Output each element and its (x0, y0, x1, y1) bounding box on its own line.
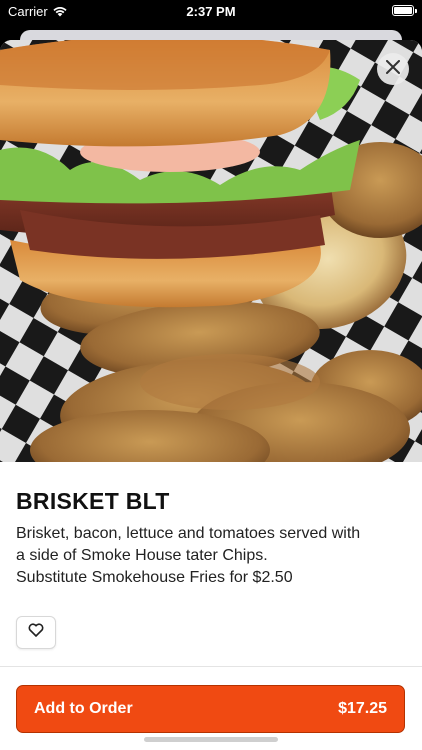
description-line: Substitute Smokehouse Fries for $2.50 (16, 569, 293, 586)
favorite-button[interactable] (16, 616, 56, 649)
close-button[interactable] (377, 53, 409, 85)
item-detail-sheet: BRISKET BLT Brisket, bacon, lettuce and … (0, 40, 422, 750)
description-line: Brisket, bacon, lettuce and tomatoes ser… (16, 525, 361, 542)
item-description: Brisket, bacon, lettuce and tomatoes ser… (16, 523, 408, 589)
close-icon (386, 59, 400, 79)
add-to-order-button[interactable]: Add to Order $17.25 (16, 685, 405, 733)
home-indicator (144, 737, 278, 742)
item-title: BRISKET BLT (16, 488, 170, 514)
clock: 2:37 PM (186, 4, 236, 19)
add-to-order-label: Add to Order (34, 700, 133, 717)
status-bar: Carrier 2:37 PM (0, 0, 422, 24)
price-label: $17.25 (338, 700, 387, 717)
divider (0, 666, 422, 667)
battery-icon (392, 5, 417, 16)
heart-icon (28, 623, 44, 642)
item-photo (0, 40, 422, 490)
description-line: a side of Smoke House tater Chips. (16, 547, 268, 564)
